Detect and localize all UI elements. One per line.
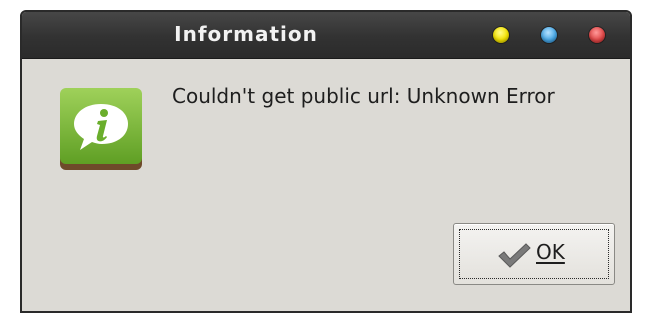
error-message: Couldn't get public url: Unknown Error: [172, 84, 555, 108]
checkmark-icon: [498, 243, 531, 268]
focus-ring: [459, 229, 609, 279]
close-button[interactable]: [589, 27, 605, 43]
dialog-window: Information Couldn't get public url: Unk…: [20, 10, 632, 313]
ok-button[interactable]: OK: [453, 223, 615, 285]
maximize-button[interactable]: [541, 27, 557, 43]
information-icon: [60, 88, 142, 170]
titlebar[interactable]: Information: [22, 12, 630, 59]
window-title: Information: [174, 22, 318, 46]
ok-button-label: OK: [536, 240, 565, 264]
minimize-button[interactable]: [493, 27, 509, 43]
